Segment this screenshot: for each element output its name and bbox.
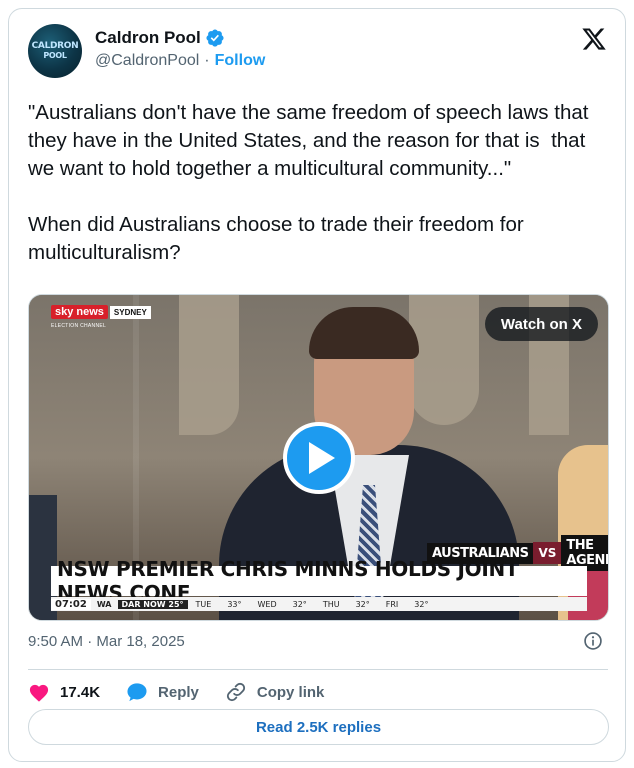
channel-city: SYDNEY xyxy=(109,305,151,319)
heart-icon xyxy=(29,684,49,702)
reply-button[interactable]: Reply xyxy=(126,682,199,702)
ticker-segment: 32° xyxy=(414,599,429,609)
read-replies-button[interactable]: Read 2.5K replies xyxy=(28,709,609,745)
avatar-text-1: CALDRON xyxy=(31,41,79,51)
wall-lettering xyxy=(409,295,479,425)
avatar[interactable]: CALDRON POOL xyxy=(28,24,82,78)
copy-link-label: Copy link xyxy=(256,683,325,701)
handle-row: @CaldronPool · Follow xyxy=(95,52,265,70)
tweet-card: CALDRON POOL Caldron Pool @CaldronPool ·… xyxy=(8,8,626,762)
reply-label: Reply xyxy=(158,683,199,701)
avatar-text-2: POOL xyxy=(43,51,67,60)
divider xyxy=(28,669,608,670)
display-name[interactable]: Caldron Pool xyxy=(95,28,201,48)
ticker-segment: FRI xyxy=(385,599,399,609)
like-count: 17.4K xyxy=(60,683,101,701)
x-logo-icon[interactable] xyxy=(581,26,607,52)
wall-lettering xyxy=(179,295,239,435)
news-headline: NSW PREMIER CHRIS MINNS HOLDS JOINT NEWS… xyxy=(51,557,587,605)
ticker-segment: THU xyxy=(322,599,340,609)
tweet-timestamp[interactable]: 9:50 AM · Mar 18, 2025 xyxy=(28,633,185,650)
ticker-segment: 32° xyxy=(355,599,370,609)
play-icon xyxy=(309,442,335,474)
channel-badge: sky news xyxy=(51,305,108,319)
action-bar: 17.4K Reply Copy link xyxy=(28,677,350,707)
reply-bubble-icon xyxy=(127,683,147,702)
name-row: Caldron Pool xyxy=(95,27,225,49)
channel-logo: sky news SYDNEY xyxy=(51,305,151,319)
info-icon[interactable] xyxy=(583,631,603,651)
play-button[interactable] xyxy=(283,422,355,494)
ticker-weather-now: DAR NOW 25° xyxy=(117,599,188,609)
copy-link-button[interactable]: Copy link xyxy=(225,681,325,703)
ticker-segment: 32° xyxy=(292,599,307,609)
watch-on-x-button[interactable]: Watch on X xyxy=(484,307,598,341)
ticker-segment: TUE xyxy=(195,599,212,609)
channel-subtitle: ELECTION CHANNEL xyxy=(51,323,107,329)
like-button[interactable]: 17.4K xyxy=(28,682,100,702)
ticker-segment: 33° xyxy=(227,599,242,609)
video-player[interactable]: sky news SYDNEY ELECTION CHANNEL Watch o… xyxy=(28,294,609,621)
ticker-segment: WED xyxy=(257,599,277,609)
ticker-location: WA xyxy=(96,599,112,609)
link-icon xyxy=(226,682,245,702)
separator: · xyxy=(204,52,210,69)
ticker-time: 07:02 xyxy=(51,598,91,610)
follow-button[interactable]: Follow xyxy=(215,52,266,70)
verified-badge-icon xyxy=(206,29,224,47)
tweet-text: "Australians don't have the same freedom… xyxy=(28,101,589,264)
news-ticker: 07:02 WA DAR NOW 25° TUE 33° WED 32° THU… xyxy=(51,597,587,611)
handle[interactable]: @CaldronPool xyxy=(95,52,199,70)
